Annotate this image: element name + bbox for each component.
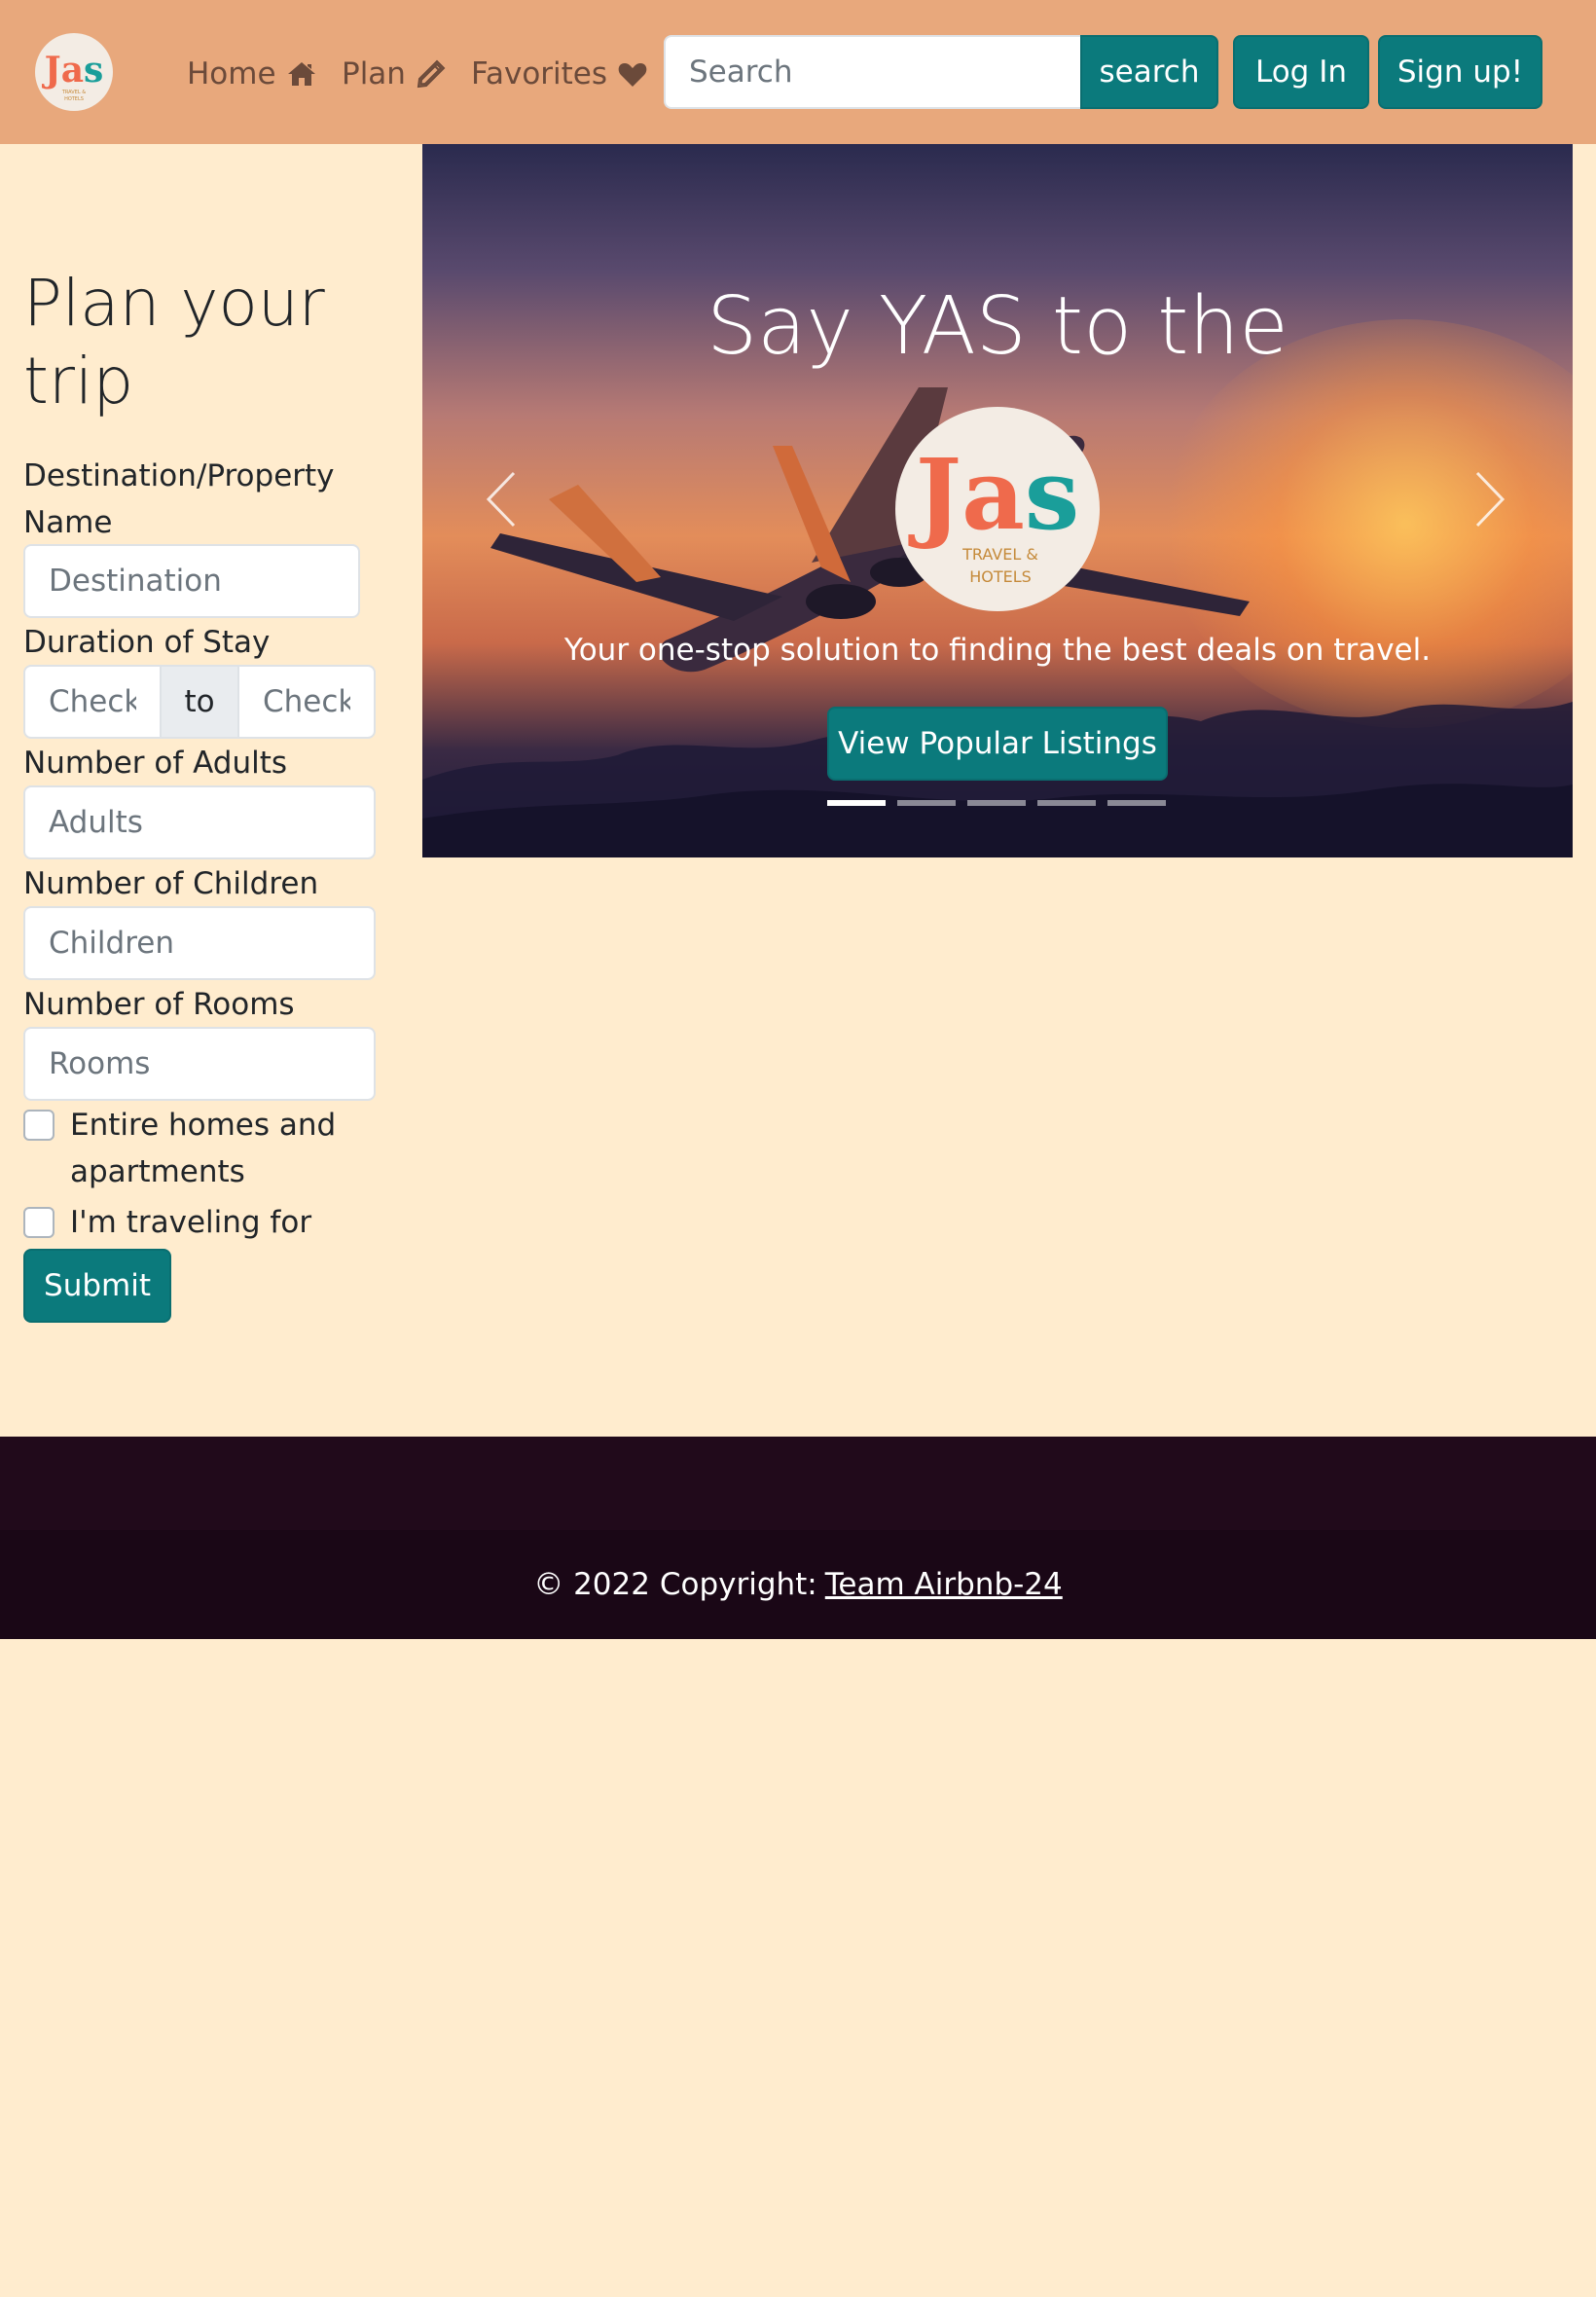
- entire-homes-checkbox[interactable]: [23, 1110, 54, 1141]
- nav-home[interactable]: Home: [187, 53, 317, 95]
- chevron-left-icon: [486, 471, 516, 528]
- search-button[interactable]: search: [1080, 35, 1218, 109]
- signup-button[interactable]: Sign up!: [1378, 35, 1542, 109]
- nav-home-label: Home: [187, 56, 276, 91]
- duration-group: to: [23, 665, 376, 739]
- entire-homes-label: Entire homes and apartments: [70, 1108, 337, 1189]
- footer-team-link[interactable]: Team Airbnb-24: [825, 1567, 1063, 1602]
- plan-title: Plan your trip: [23, 266, 325, 419]
- navbar: Jas TRAVEL & HOTELS Home Plan Favorites …: [0, 0, 1596, 144]
- entire-homes-option[interactable]: Entire homes and apartments: [23, 1102, 383, 1195]
- svg-text:TRAVEL &: TRAVEL &: [61, 90, 86, 95]
- work-travel-checkbox[interactable]: [23, 1207, 54, 1238]
- footer: © 2022 Copyright: Team Airbnb-24: [0, 1530, 1596, 1639]
- footer-copyright: © 2022 Copyright:: [533, 1567, 817, 1602]
- carousel-indicator[interactable]: [1037, 800, 1096, 806]
- svg-text:Jas: Jas: [42, 50, 104, 91]
- home-icon: [287, 62, 315, 86]
- carousel-indicator[interactable]: [1107, 800, 1166, 806]
- hero-title: Say YAS to the: [707, 280, 1288, 373]
- nav-plan[interactable]: Plan: [342, 53, 447, 95]
- hero-subtitle: Your one-stop solution to finding the be…: [563, 633, 1432, 668]
- rooms-label: Number of Rooms: [23, 987, 295, 1022]
- search-input[interactable]: [664, 35, 1080, 109]
- svg-text:HOTELS: HOTELS: [969, 567, 1032, 586]
- svg-text:TRAVEL &: TRAVEL &: [961, 545, 1038, 564]
- destination-input[interactable]: [23, 544, 360, 618]
- rooms-input[interactable]: [23, 1027, 376, 1101]
- footer-top: [0, 1437, 1596, 1530]
- chevron-right-icon: [1475, 471, 1505, 528]
- duration-label: Duration of Stay: [23, 625, 271, 660]
- carousel-indicator[interactable]: [827, 800, 886, 806]
- carousel-prev-button[interactable]: [473, 465, 531, 533]
- brand-logo[interactable]: Jas TRAVEL & HOTELS: [35, 33, 113, 111]
- login-button[interactable]: Log In: [1233, 35, 1369, 109]
- nav-plan-label: Plan: [342, 56, 406, 91]
- children-label: Number of Children: [23, 866, 319, 901]
- carousel-indicator[interactable]: [897, 800, 956, 806]
- duration-to-label: to: [162, 665, 237, 739]
- heart-icon: [618, 63, 647, 87]
- view-popular-listings-button[interactable]: View Popular Listings: [827, 707, 1168, 781]
- carousel-indicator[interactable]: [967, 800, 1026, 806]
- carousel-indicators: [827, 800, 1166, 806]
- nav-favorites-label: Favorites: [471, 56, 608, 91]
- carousel-next-button[interactable]: [1460, 465, 1518, 533]
- adults-input[interactable]: [23, 785, 376, 859]
- checkin-input[interactable]: [23, 665, 162, 739]
- submit-button[interactable]: Submit: [23, 1249, 171, 1323]
- adults-label: Number of Adults: [23, 746, 288, 781]
- destination-label: Destination/Property Name: [23, 458, 335, 540]
- nav-favorites[interactable]: Favorites: [471, 53, 648, 95]
- hero-logo: Jas TRAVEL & HOTELS: [895, 407, 1100, 611]
- svg-text:Jas: Jas: [908, 437, 1079, 552]
- svg-text:HOTELS: HOTELS: [64, 96, 84, 102]
- airplane-illustration: [490, 387, 1250, 673]
- checkout-input[interactable]: [237, 665, 376, 739]
- pencil-icon: [417, 59, 446, 89]
- children-input[interactable]: [23, 906, 376, 980]
- hero-carousel: Say YAS to the Jas TRAVEL & HOTELS Your …: [422, 144, 1573, 857]
